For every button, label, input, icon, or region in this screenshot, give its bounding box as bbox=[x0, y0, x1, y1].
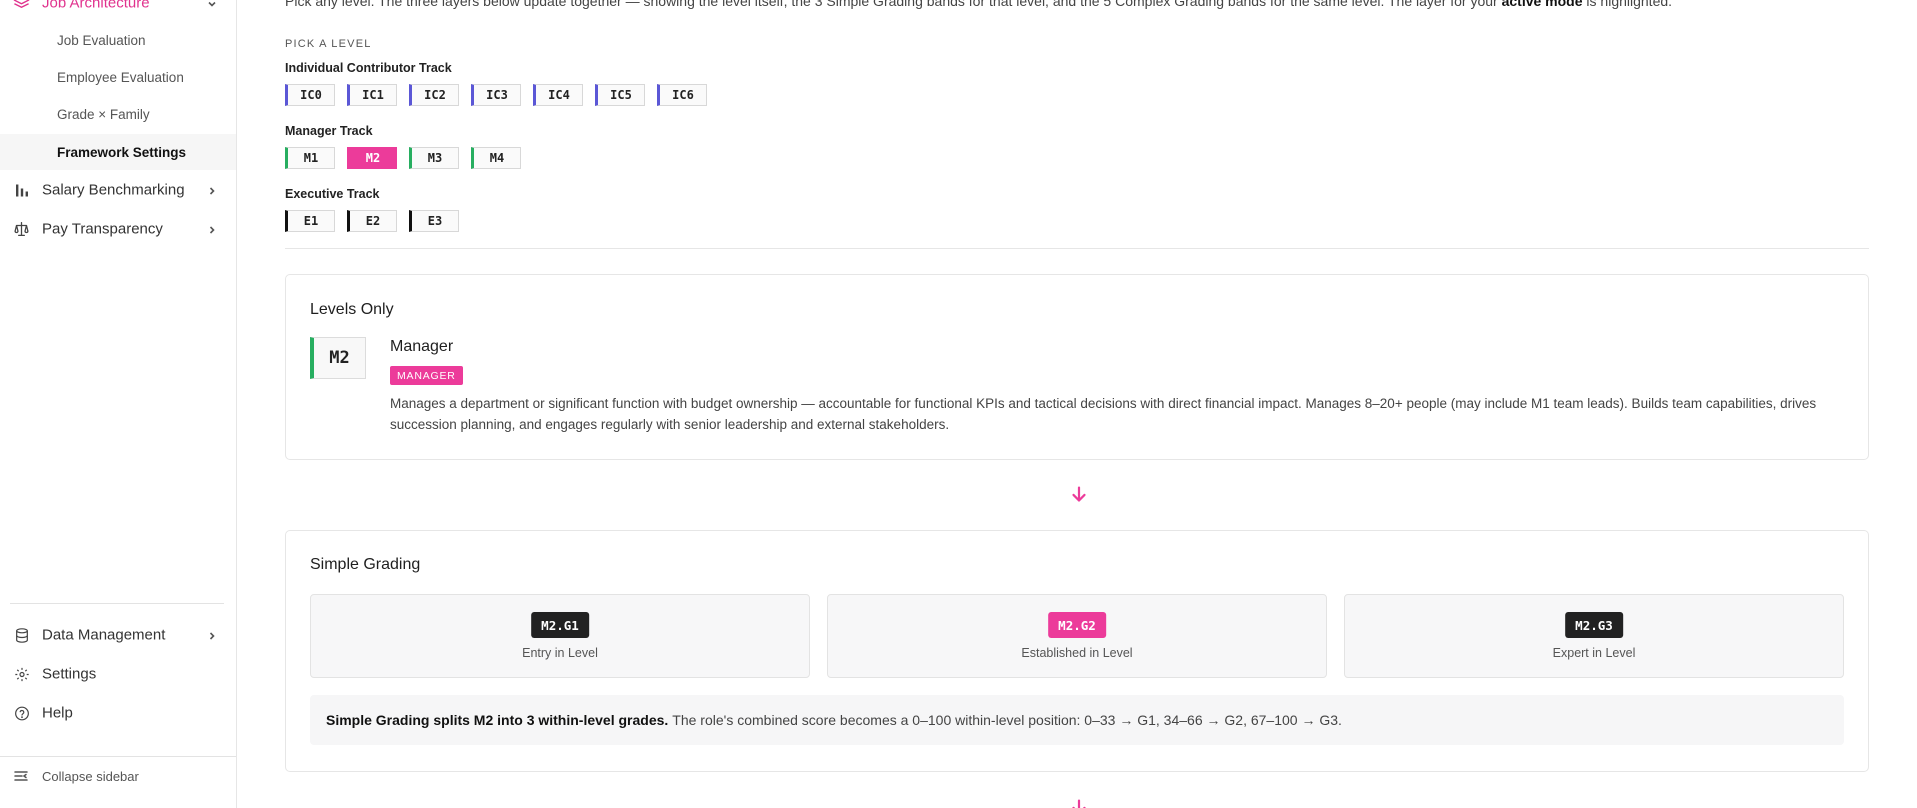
track-label-executive: Executive Track bbox=[285, 187, 380, 201]
collapse-icon bbox=[13, 768, 29, 784]
grade-card-g2[interactable]: M2.G2 Established in Level bbox=[827, 594, 1327, 678]
level-chip-ic5[interactable]: IC5 bbox=[595, 84, 645, 106]
level-chip-m1[interactable]: M1 bbox=[285, 147, 335, 169]
chips-ic: IC0 IC1 IC2 IC3 IC4 IC5 IC6 bbox=[285, 84, 707, 106]
sidebar-subitem-job-evaluation[interactable]: Job Evaluation bbox=[0, 22, 236, 58]
layers-icon bbox=[13, 0, 30, 12]
sidebar-item-job-architecture[interactable]: Job Architecture bbox=[0, 0, 237, 20]
level-chip-ic6[interactable]: IC6 bbox=[657, 84, 707, 106]
chevron-right-icon bbox=[206, 184, 218, 196]
levels-only-title: Levels Only bbox=[310, 301, 394, 318]
database-icon bbox=[13, 627, 30, 644]
grade-label: Expert in Level bbox=[1552, 646, 1636, 660]
note-text: The role's combined score becomes a 0–10… bbox=[672, 712, 1342, 728]
sidebar-item-label: Salary Benchmarking bbox=[42, 181, 185, 199]
level-chip-ic1[interactable]: IC1 bbox=[347, 84, 397, 106]
grade-list: M2.G1 Entry in Level M2.G2 Established i… bbox=[310, 594, 1844, 678]
level-track-tag: MANAGER bbox=[390, 366, 463, 385]
sidebar-item-label: Help bbox=[42, 704, 73, 722]
grade-code: M2.G3 bbox=[1565, 612, 1623, 638]
sidebar-item-salary-benchmarking[interactable]: Salary Benchmarking bbox=[0, 173, 237, 207]
note-bold: Simple Grading splits M2 into 3 within-l… bbox=[326, 712, 669, 728]
levels-only-card: Levels Only M2 Manager MANAGER Manages a… bbox=[285, 274, 1869, 460]
simple-grading-note: Simple Grading splits M2 into 3 within-l… bbox=[310, 695, 1844, 745]
level-chip-m3[interactable]: M3 bbox=[409, 147, 459, 169]
intro-text: Pick any level. The three layers below u… bbox=[285, 0, 1672, 9]
simple-grading-title: Simple Grading bbox=[310, 556, 421, 573]
level-description: Manages a department or significant func… bbox=[390, 396, 1817, 432]
chevron-down-icon bbox=[206, 0, 218, 9]
track-label-manager: Manager Track bbox=[285, 124, 373, 138]
level-chip-e3[interactable]: E3 bbox=[409, 210, 459, 232]
simple-grading-card: Simple Grading M2.G1 Entry in Level M2.G… bbox=[285, 530, 1869, 772]
sidebar-subitem-framework-settings[interactable]: Framework Settings bbox=[0, 134, 236, 170]
level-chip-e2[interactable]: E2 bbox=[347, 210, 397, 232]
grade-label: Established in Level bbox=[1021, 646, 1133, 660]
chevron-right-icon bbox=[206, 223, 218, 235]
main-content: Pick any level. The three layers below u… bbox=[237, 0, 1917, 808]
grade-label: Entry in Level bbox=[522, 646, 598, 660]
chevron-right-icon bbox=[206, 629, 218, 641]
track-label-ic: Individual Contributor Track bbox=[285, 61, 452, 75]
grade-code: M2.G1 bbox=[531, 612, 589, 638]
chips-manager: M1 M2 M3 M4 bbox=[285, 147, 521, 169]
sidebar-subitem-label: Framework Settings bbox=[57, 144, 187, 160]
sidebar-item-label: Data Management bbox=[42, 626, 166, 644]
level-chip-e1[interactable]: E1 bbox=[285, 210, 335, 232]
scale-icon bbox=[13, 221, 30, 238]
pick-level-label: PICK A LEVEL bbox=[285, 38, 372, 50]
bar-chart-icon bbox=[13, 182, 30, 199]
level-chip-ic3[interactable]: IC3 bbox=[471, 84, 521, 106]
arrow-down-icon bbox=[1068, 796, 1090, 808]
level-chip-ic0[interactable]: IC0 bbox=[285, 84, 335, 106]
sidebar-divider bbox=[10, 603, 224, 604]
sidebar-subitem-employee-evaluation[interactable]: Employee Evaluation bbox=[0, 59, 236, 95]
grade-code: M2.G2 bbox=[1048, 612, 1106, 638]
sidebar-subitem-label: Job Evaluation bbox=[57, 32, 146, 48]
sidebar-item-label: Settings bbox=[42, 665, 97, 683]
level-name: Manager bbox=[390, 338, 454, 355]
app: Job Architecture Job Evaluation Employee… bbox=[0, 0, 1917, 808]
sidebar-item-settings[interactable]: Settings bbox=[0, 657, 237, 691]
level-code-badge: M2 bbox=[310, 337, 366, 379]
sidebar-item-pay-transparency[interactable]: Pay Transparency bbox=[0, 212, 237, 246]
level-chip-m4[interactable]: M4 bbox=[471, 147, 521, 169]
sidebar-subitem-label: Grade × Family bbox=[57, 106, 150, 122]
collapse-sidebar-button[interactable]: Collapse sidebar bbox=[0, 764, 236, 788]
grade-card-g1[interactable]: M2.G1 Entry in Level bbox=[310, 594, 810, 678]
sidebar-divider bbox=[0, 756, 236, 757]
sidebar-subitem-label: Employee Evaluation bbox=[57, 69, 184, 85]
intro-text-bold: active mode bbox=[1501, 0, 1583, 9]
intro-text-start: Pick any level. The three layers below u… bbox=[285, 0, 1498, 9]
sidebar-subitem-grade-family[interactable]: Grade × Family bbox=[0, 96, 236, 132]
sidebar-item-label: Job Architecture bbox=[42, 0, 150, 12]
chips-executive: E1 E2 E3 bbox=[285, 210, 459, 232]
grade-card-g3[interactable]: M2.G3 Expert in Level bbox=[1344, 594, 1844, 678]
sidebar-item-data-management[interactable]: Data Management bbox=[0, 618, 237, 652]
section-divider bbox=[285, 248, 1869, 249]
sidebar-item-help[interactable]: Help bbox=[0, 696, 237, 730]
level-chip-m2[interactable]: M2 bbox=[347, 147, 397, 169]
sidebar: Job Architecture Job Evaluation Employee… bbox=[0, 0, 237, 808]
intro-text-end: is highlighted. bbox=[1586, 0, 1673, 9]
gear-icon bbox=[13, 666, 30, 683]
help-circle-icon bbox=[13, 705, 30, 722]
level-chip-ic4[interactable]: IC4 bbox=[533, 84, 583, 106]
level-chip-ic2[interactable]: IC2 bbox=[409, 84, 459, 106]
sidebar-item-label: Pay Transparency bbox=[42, 220, 163, 238]
collapse-sidebar-label: Collapse sidebar bbox=[42, 768, 139, 784]
arrow-down-icon bbox=[1068, 483, 1090, 505]
